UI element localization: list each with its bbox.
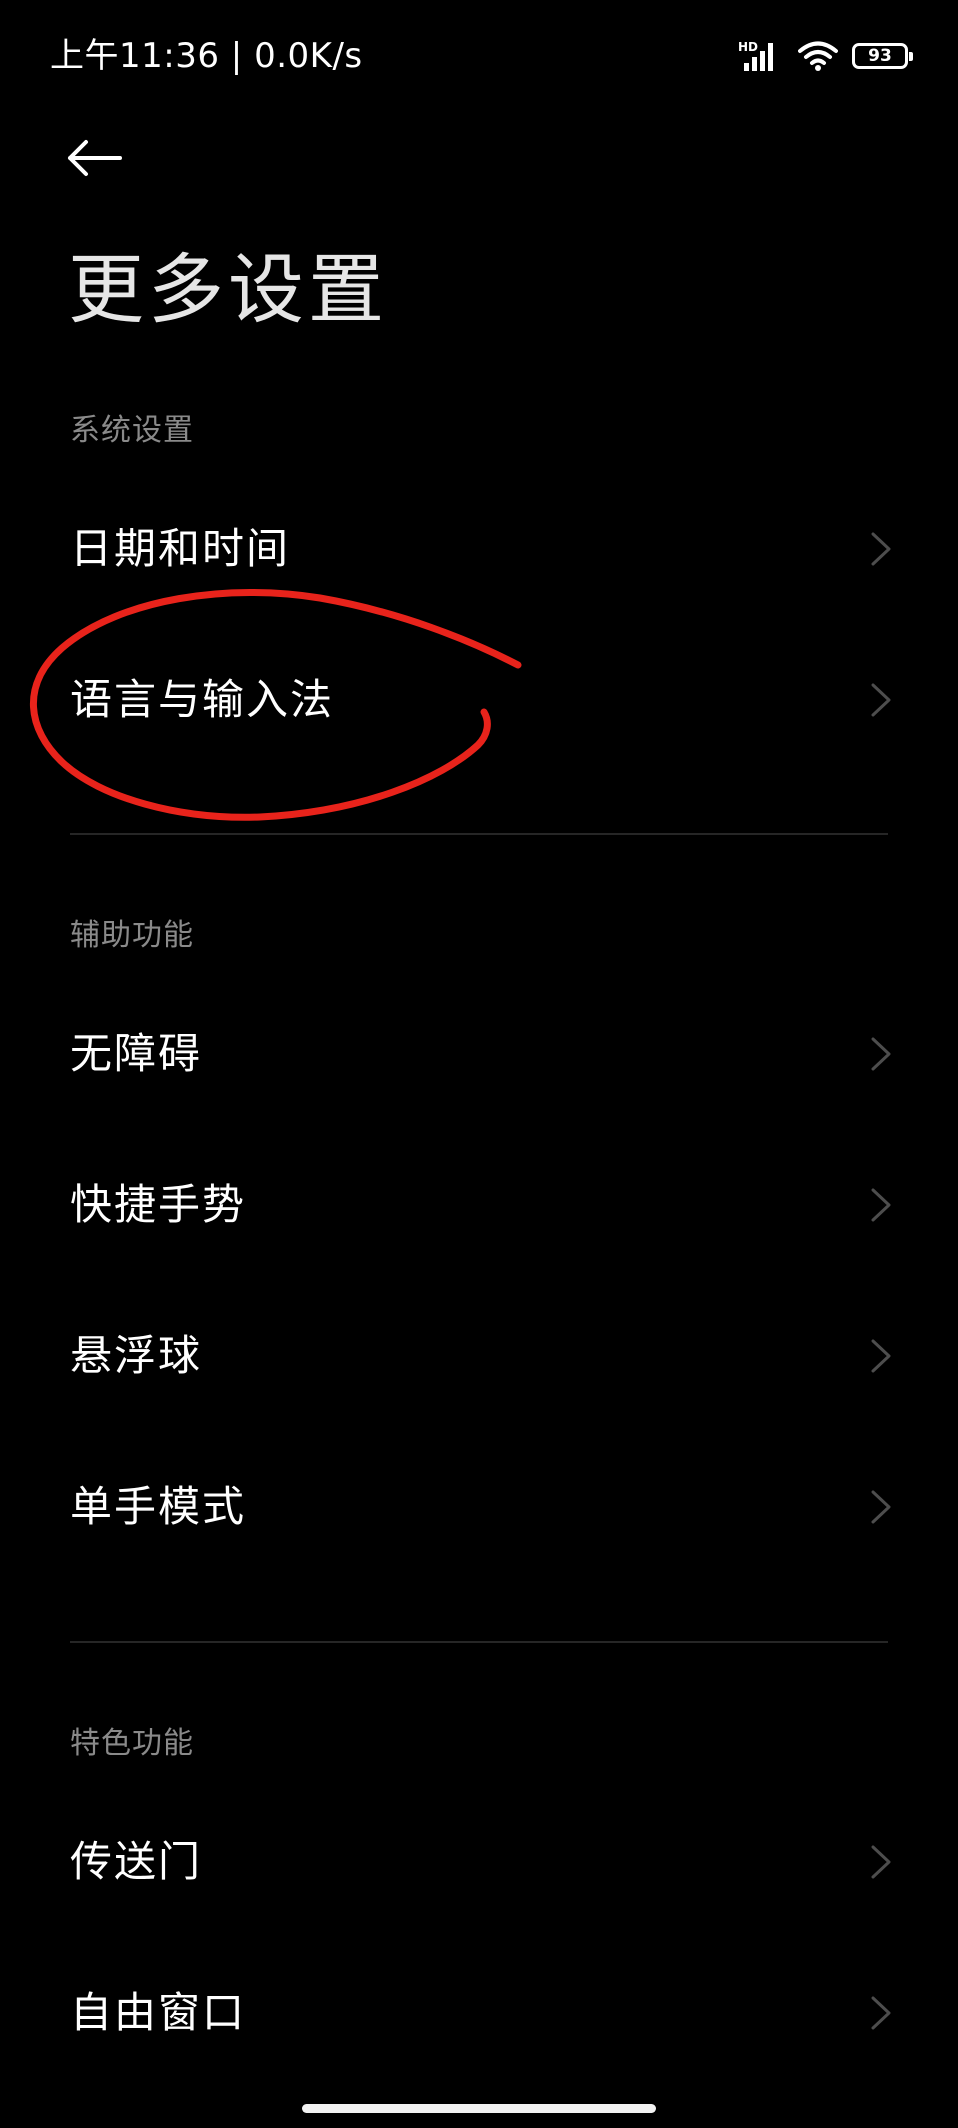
hd-signal-icon: HD [738,40,773,71]
list-item-gestures[interactable]: 快捷手势 [0,1130,958,1280]
status-time-speed: 上午11:36 | 0.0K/s [50,34,363,78]
item-label: 单手模式 [70,1482,247,1531]
battery-icon: 93 [852,43,913,69]
section-divider [70,833,888,835]
wifi-icon [798,41,838,71]
page-title: 更多设置 [68,245,388,334]
item-label: 无障碍 [70,1029,203,1078]
home-indicator[interactable] [302,2104,656,2113]
status-icons: HD 93 [738,36,913,76]
section-divider [70,1641,888,1643]
chevron-right-icon [871,1188,891,1222]
item-label: 悬浮球 [70,1331,203,1380]
list-item-accessibility[interactable]: 无障碍 [0,979,958,1129]
section-header-features: 特色功能 [70,1726,194,1761]
item-label: 语言与输入法 [70,675,335,724]
list-item-language-input[interactable]: 语言与输入法 [0,625,958,775]
hd-label: HD [738,40,758,54]
status-separator: | [230,36,243,76]
item-label: 自由窗口 [70,1988,247,2037]
back-arrow-icon [68,140,122,176]
chevron-right-icon [871,532,891,566]
list-item-floating-ball[interactable]: 悬浮球 [0,1281,958,1431]
list-item-one-handed-mode[interactable]: 单手模式 [0,1432,958,1582]
status-time: 上午11:36 [50,36,220,76]
chevron-right-icon [871,1490,891,1524]
list-item-free-window[interactable]: 自由窗口 [0,1938,958,2088]
back-button[interactable] [66,130,136,186]
list-item-date-time[interactable]: 日期和时间 [0,474,958,624]
chevron-right-icon [871,1339,891,1373]
chevron-right-icon [871,1845,891,1879]
chevron-right-icon [871,1996,891,2030]
chevron-right-icon [871,1037,891,1071]
section-header-accessibility: 辅助功能 [70,918,194,953]
chevron-right-icon [871,683,891,717]
item-label: 快捷手势 [70,1180,247,1229]
battery-level: 93 [868,46,892,66]
list-item-portal[interactable]: 传送门 [0,1787,958,1937]
item-label: 日期和时间 [70,524,291,573]
section-header-system: 系统设置 [70,413,194,448]
network-speed: 0.0K/s [254,36,363,76]
item-label: 传送门 [70,1837,203,1886]
status-bar: 上午11:36 | 0.0K/s HD 93 [0,0,958,110]
